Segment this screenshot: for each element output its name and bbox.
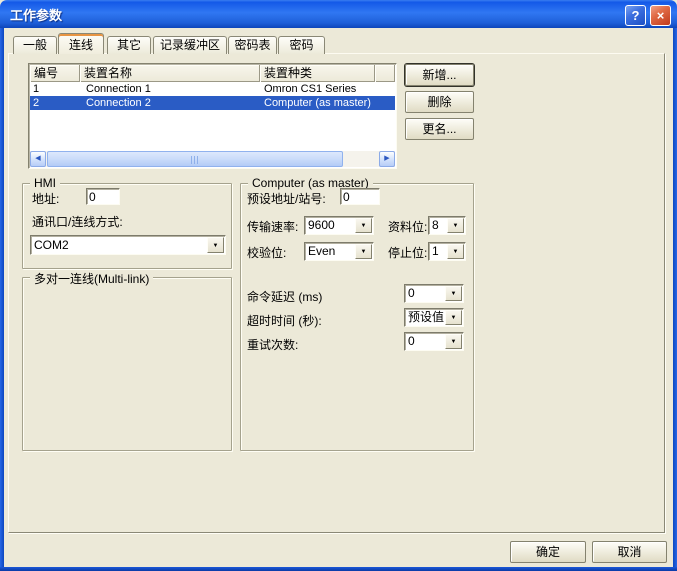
baud-rate-value: 9600 [308, 218, 355, 233]
multilink-group: 多对一连线(Multi-link) [22, 277, 232, 451]
tab-password-table[interactable]: 密码表 [228, 36, 277, 54]
tab-password[interactable]: 密码 [278, 36, 325, 54]
station-input[interactable] [340, 188, 380, 205]
dropdown-arrow-icon[interactable]: ▼ [447, 218, 464, 233]
column-header-no[interactable]: 编号 [30, 65, 80, 82]
hmi-address-input[interactable] [86, 188, 120, 205]
horizontal-scrollbar[interactable]: ◀ ▶ [30, 151, 395, 167]
retry-count-select[interactable]: 0 ▼ [404, 332, 464, 351]
parity-label: 校验位: [247, 244, 286, 261]
scrollbar-thumb[interactable] [47, 151, 343, 167]
dropdown-arrow-icon[interactable]: ▼ [445, 334, 462, 349]
data-bits-select[interactable]: 8 ▼ [428, 216, 466, 235]
device-list: 编号 装置名称 装置种类 1 Connection 1 Omron CS1 Se… [28, 63, 397, 169]
tab-other[interactable]: 其它 [107, 36, 151, 54]
command-delay-label: 命令延迟 (ms) [247, 288, 322, 305]
table-row[interactable]: 1 Connection 1 Omron CS1 Series [30, 82, 395, 96]
dropdown-arrow-icon[interactable]: ▼ [445, 310, 462, 325]
add-button[interactable]: 新增... [405, 64, 474, 86]
table-row-selected[interactable]: 2 Connection 2 Computer (as master) [30, 96, 395, 110]
data-bits-label: 资料位: [388, 218, 427, 235]
scroll-left-icon: ◀ [35, 155, 40, 162]
tab-general[interactable]: 一般 [13, 36, 57, 54]
cell-no: 2 [30, 96, 80, 110]
scroll-right-button[interactable]: ▶ [379, 151, 395, 167]
scroll-right-icon: ▶ [384, 155, 389, 162]
window-border-bottom [0, 567, 677, 571]
retry-count-label: 重试次数: [247, 336, 298, 353]
close-icon: × [657, 8, 665, 23]
stop-bits-label: 停止位: [388, 244, 427, 261]
cell-name: Connection 2 [80, 96, 260, 110]
rename-button[interactable]: 更名... [405, 118, 474, 140]
hmi-port-label: 通讯口/连线方式: [32, 213, 123, 230]
window-border-right [673, 28, 677, 571]
parity-select[interactable]: Even ▼ [304, 242, 374, 261]
hmi-port-select[interactable]: COM2 ▼ [30, 235, 226, 255]
timeout-select[interactable]: 预设值 ▼ [404, 308, 464, 327]
dropdown-arrow-icon[interactable]: ▼ [207, 237, 224, 253]
scrollbar-grip-icon [191, 156, 200, 164]
command-delay-select[interactable]: 0 ▼ [404, 284, 464, 303]
command-delay-value: 0 [408, 286, 445, 301]
scroll-left-button[interactable]: ◀ [30, 151, 46, 167]
delete-button[interactable]: 删除 [405, 91, 474, 113]
cancel-button[interactable]: 取消 [592, 541, 667, 563]
column-header-type[interactable]: 装置种类 [260, 65, 375, 82]
parity-value: Even [308, 244, 355, 259]
hmi-group-title: HMI [30, 176, 60, 190]
cell-type: Omron CS1 Series [260, 82, 375, 96]
dropdown-arrow-icon[interactable]: ▼ [355, 244, 372, 259]
work-parameters-dialog: 工作参数 ? × 一般 连线 其它 记录缓冲区 密码表 密码 编号 装置名称 装… [0, 0, 677, 571]
column-header-spacer [375, 65, 395, 82]
column-header-name[interactable]: 装置名称 [80, 65, 260, 82]
window-title: 工作参数 [10, 5, 62, 24]
multilink-group-title: 多对一连线(Multi-link) [30, 270, 153, 287]
dropdown-arrow-icon[interactable]: ▼ [355, 218, 372, 233]
ok-button[interactable]: 确定 [510, 541, 586, 563]
dropdown-arrow-icon[interactable]: ▼ [445, 286, 462, 301]
stop-bits-select[interactable]: 1 ▼ [428, 242, 466, 261]
timeout-value: 预设值 [408, 310, 445, 325]
tab-record-buffer[interactable]: 记录缓冲区 [153, 36, 227, 54]
device-list-header: 编号 装置名称 装置种类 [30, 65, 395, 82]
titlebar[interactable]: 工作参数 ? × [0, 0, 677, 28]
window-border-left [0, 28, 4, 571]
data-bits-value: 8 [432, 218, 447, 233]
retry-count-value: 0 [408, 334, 445, 349]
tab-connection[interactable]: 连线 [58, 33, 104, 54]
baud-rate-label: 传输速率: [247, 218, 298, 235]
stop-bits-value: 1 [432, 244, 447, 259]
cell-type: Computer (as master) [260, 96, 375, 110]
cell-name: Connection 1 [80, 82, 260, 96]
station-label: 预设地址/站号: [247, 190, 326, 207]
dropdown-arrow-icon[interactable]: ▼ [447, 244, 464, 259]
help-icon: ? [632, 8, 640, 23]
hmi-address-label: 地址: [32, 190, 59, 207]
hmi-port-value: COM2 [34, 237, 207, 253]
cell-no: 1 [30, 82, 80, 96]
baud-rate-select[interactable]: 9600 ▼ [304, 216, 374, 235]
help-button[interactable]: ? [625, 5, 646, 26]
close-button[interactable]: × [650, 5, 671, 26]
timeout-label: 超时时间 (秒): [247, 312, 322, 329]
